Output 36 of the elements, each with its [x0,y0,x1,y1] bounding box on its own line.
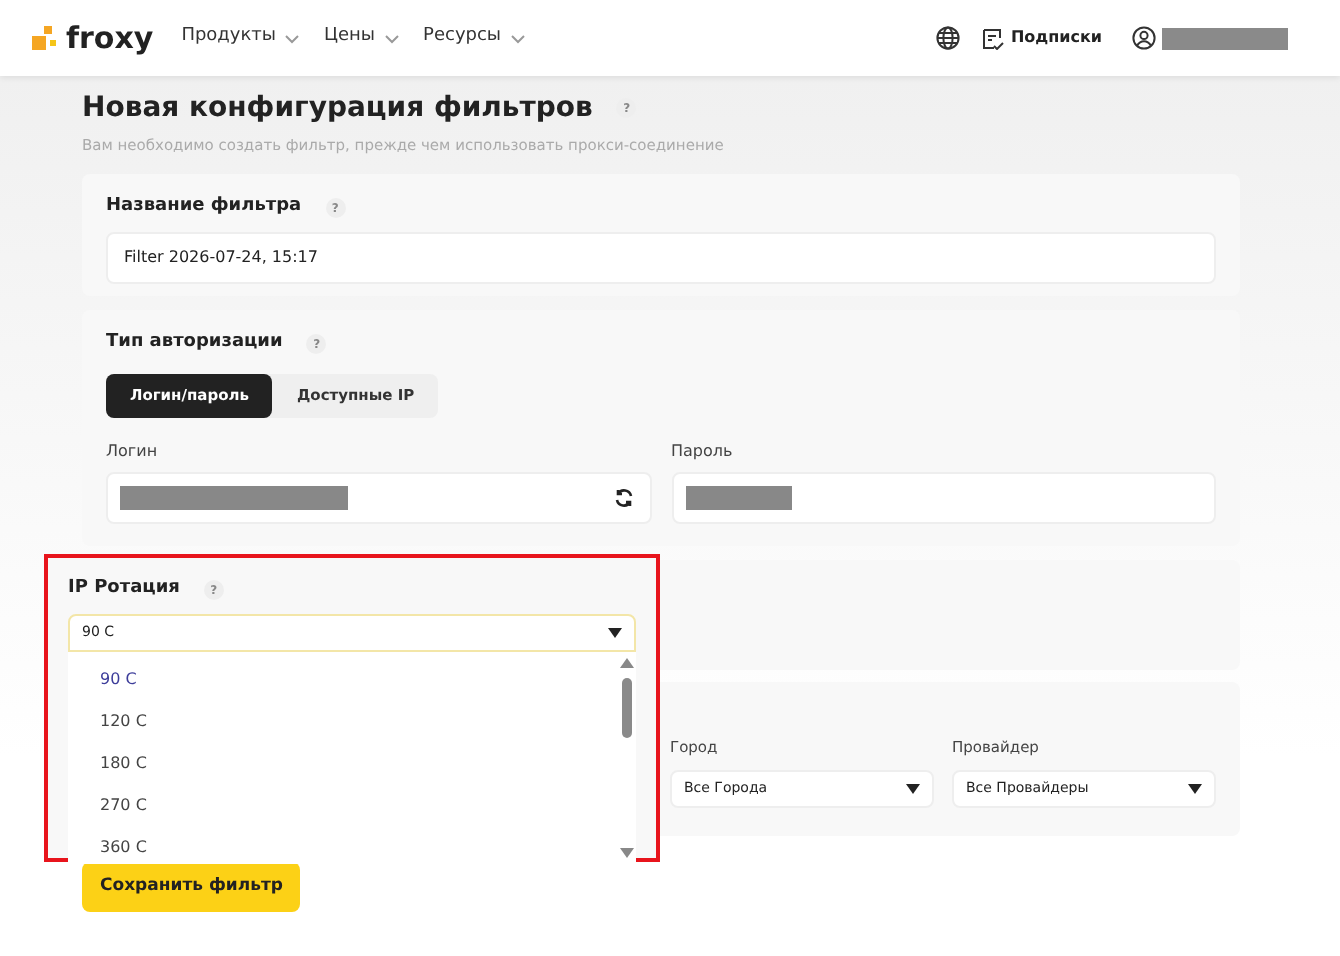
scroll-up-icon[interactable] [619,657,633,668]
globe-icon[interactable] [936,26,961,50]
filter-name-input[interactable]: Filter 2026-07-24, 15:17 [106,231,1216,284]
scroll-down-icon[interactable] [619,847,633,858]
dropdown-option[interactable]: 270 C [100,791,616,820]
chevron-icon [284,33,301,43]
password-label: Пароль [671,439,735,464]
logo-icon [32,26,60,50]
caret-icon [1188,783,1202,793]
redacted-block [685,485,791,510]
save-filter-button[interactable]: Сохранить фильтр [82,862,301,913]
caret-icon [608,627,622,638]
field-label: Тип авторизации [106,330,283,357]
password-field[interactable] [671,471,1216,524]
dropdown-option[interactable]: 120 C [100,707,616,736]
user-icon[interactable] [1132,26,1156,50]
subscriptions-link[interactable]: Подписки [1010,26,1102,50]
dropdown-option[interactable]: 360 C [100,833,616,862]
dropdown-option[interactable]: 180 C [100,749,616,778]
nav-menu[interactable]: Ресурсы [423,24,526,52]
field-label: Название фильтра [106,194,302,221]
redacted-block [1162,27,1288,49]
document-icon [982,27,1005,49]
login-field[interactable] [106,471,651,524]
page-title: Новая конфигурация фильтров [82,89,593,127]
nav-menu[interactable]: Цены [324,24,400,52]
login-label: Логин [106,439,160,464]
chevron-icon [509,33,526,43]
scroll-thumb[interactable] [621,677,631,738]
nav-menu[interactable]: Продукты [181,24,301,52]
refresh-icon[interactable] [613,487,633,508]
chevron-icon [383,33,400,43]
caret-icon [906,783,920,793]
field-label: IP Ротация [68,576,180,603]
dropdown-option[interactable]: 90 C [100,665,616,694]
logo-text[interactable]: froxy [66,23,154,53]
